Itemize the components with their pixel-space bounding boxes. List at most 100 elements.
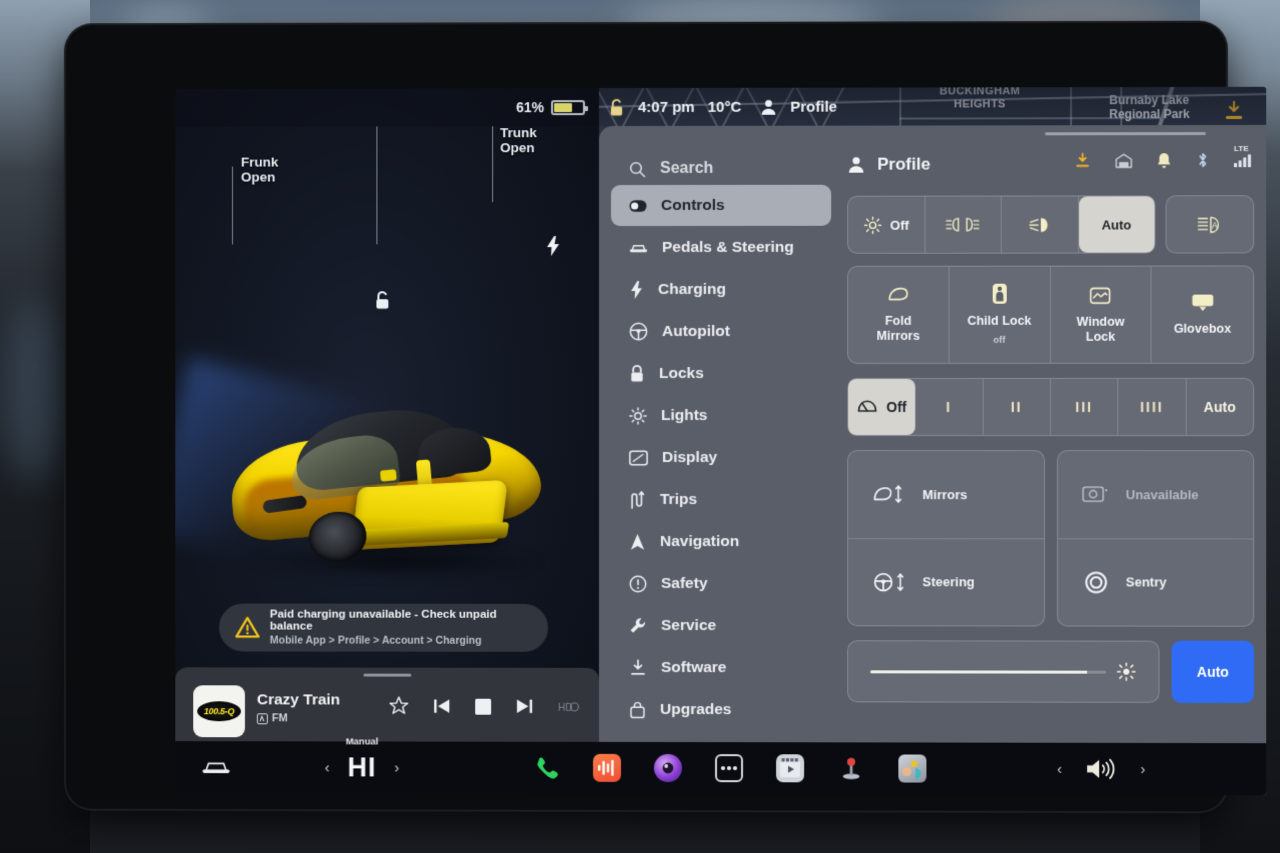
tesla-touchscreen: 61% Frunk Open Trunk Open Paid charging … bbox=[175, 86, 1267, 796]
next-track-button[interactable] bbox=[515, 697, 534, 716]
album-art[interactable]: 100.5-Q bbox=[193, 685, 245, 738]
bluetooth-icon[interactable] bbox=[1196, 151, 1210, 169]
window-lock-tile[interactable]: Window Lock bbox=[1050, 266, 1152, 363]
sidebar-label: Controls bbox=[661, 196, 725, 214]
child-lock-tile[interactable]: Child Lock off bbox=[949, 266, 1051, 363]
brightness-slider-track[interactable] bbox=[870, 669, 1107, 674]
sidebar-item-upgrades[interactable]: Upgrades bbox=[611, 689, 831, 730]
sidebar-label: Locks bbox=[659, 364, 704, 382]
profile-header[interactable]: Profile LTE bbox=[847, 144, 1254, 180]
unlock-icon bbox=[374, 290, 391, 310]
arcade-app-icon[interactable] bbox=[837, 754, 865, 782]
adjust-grid: Mirrors Steering Unavailable Sentry bbox=[847, 450, 1255, 627]
sidebar-label: Lights bbox=[661, 406, 708, 424]
charging-alert-banner[interactable]: Paid charging unavailable - Check unpaid… bbox=[219, 603, 549, 652]
battery-status-bar: 61% bbox=[175, 88, 600, 127]
model-3-illustration bbox=[223, 376, 562, 580]
sidebar-item-controls[interactable]: Controls bbox=[611, 184, 832, 227]
battery-fill bbox=[554, 102, 573, 112]
theater-app-icon[interactable] bbox=[776, 754, 805, 783]
wipers-speed-1-label: I bbox=[946, 398, 952, 415]
climate-increase-button[interactable]: › bbox=[394, 759, 399, 776]
fold-mirrors-tile[interactable]: Fold Mirrors bbox=[848, 266, 950, 363]
media-drag-handle[interactable] bbox=[362, 673, 411, 677]
sheet-drag-handle[interactable] bbox=[1044, 132, 1206, 136]
low-beam-button[interactable] bbox=[1001, 196, 1079, 253]
notification-bell-icon[interactable] bbox=[1156, 152, 1171, 169]
steering-label: Steering bbox=[922, 574, 975, 590]
wipers-off-label: Off bbox=[886, 398, 907, 415]
headlights-auto-button[interactable]: Auto bbox=[1078, 196, 1155, 253]
sidebar-item-software[interactable]: Software bbox=[611, 647, 831, 688]
media-app-icon[interactable] bbox=[593, 753, 622, 782]
sidebar-item-safety[interactable]: Safety bbox=[611, 563, 831, 604]
sidebar-item-service[interactable]: Service bbox=[611, 605, 831, 646]
favorite-star-button[interactable] bbox=[388, 696, 409, 717]
brightness-controls: Auto bbox=[847, 640, 1255, 704]
trips-icon bbox=[631, 490, 645, 509]
toybox-app-icon[interactable] bbox=[898, 754, 927, 783]
glovebox-tile[interactable]: Glovebox bbox=[1152, 266, 1253, 362]
brightness-auto-button[interactable]: Auto bbox=[1171, 640, 1255, 704]
sidebar-item-trips[interactable]: Trips bbox=[611, 479, 831, 520]
car-icon bbox=[629, 244, 648, 252]
wipers-speed-1-button[interactable]: I bbox=[915, 378, 984, 436]
sentry-row[interactable]: Sentry bbox=[1057, 539, 1253, 626]
sidebar-item-locks[interactable]: Locks bbox=[611, 353, 831, 394]
wipers-speed-3-button[interactable]: III bbox=[1050, 378, 1119, 436]
download-icon bbox=[631, 658, 645, 675]
software-download-icon[interactable] bbox=[1074, 152, 1091, 169]
dashcam-icon bbox=[1082, 484, 1107, 504]
child-lock-icon bbox=[992, 283, 1007, 304]
dashcam-row[interactable]: Unavailable bbox=[1057, 451, 1254, 539]
stop-button[interactable] bbox=[474, 697, 492, 715]
parking-lights-button[interactable] bbox=[924, 196, 1002, 253]
sidebar-label: Autopilot bbox=[662, 322, 731, 340]
headlight-controls: Off Auto A bbox=[847, 195, 1255, 254]
sidebar-item-charging[interactable]: Charging bbox=[611, 269, 831, 310]
source-label: FM bbox=[271, 712, 288, 725]
climate-decrease-button[interactable]: ‹ bbox=[325, 759, 330, 776]
sidebar-item-autopilot[interactable]: Autopilot bbox=[611, 311, 831, 352]
volume-increase-button[interactable]: › bbox=[1140, 760, 1145, 777]
warning-triangle-icon bbox=[235, 616, 260, 640]
wipers-off-button[interactable]: Off bbox=[848, 378, 916, 436]
mirrors-adjust-row[interactable]: Mirrors bbox=[848, 451, 1044, 539]
child-lock-label: Child Lock bbox=[967, 313, 1032, 328]
bottom-taskbar: ‹ Manual HI › ‹ › bbox=[175, 736, 1267, 796]
wipers-speed-4-button[interactable]: IIII bbox=[1118, 378, 1187, 436]
wipers-speed-2-button[interactable]: II bbox=[983, 378, 1051, 436]
sidebar-item-pedals-steering[interactable]: Pedals & Steering bbox=[611, 227, 831, 268]
volume-icon[interactable] bbox=[1084, 756, 1118, 782]
volume-decrease-button[interactable]: ‹ bbox=[1057, 760, 1062, 777]
volume-control: ‹ › bbox=[1057, 756, 1145, 782]
bolt-icon bbox=[631, 280, 642, 299]
person-icon[interactable] bbox=[760, 98, 777, 115]
toggle-icon bbox=[629, 199, 647, 212]
unlock-icon[interactable] bbox=[609, 98, 625, 117]
frunk-leader-line bbox=[232, 166, 234, 245]
camera-app-icon[interactable] bbox=[654, 754, 683, 783]
search-input[interactable]: Search bbox=[611, 154, 831, 184]
profile-name-label[interactable]: Profile bbox=[790, 98, 837, 115]
wipers-auto-button[interactable]: Auto bbox=[1186, 379, 1253, 435]
garage-homelink-icon[interactable] bbox=[1115, 153, 1132, 168]
auto-high-beam-button[interactable]: A bbox=[1165, 195, 1255, 254]
sidebar-item-navigation[interactable]: Navigation bbox=[611, 521, 831, 562]
climate-temperature[interactable]: Manual HI bbox=[346, 736, 379, 783]
car-status-button[interactable] bbox=[201, 757, 231, 777]
media-controls: HD bbox=[388, 696, 580, 717]
sidebar-item-lights[interactable]: Lights bbox=[611, 395, 831, 436]
hd-radio-indicator: HD bbox=[557, 698, 580, 714]
app-launcher-icon[interactable] bbox=[715, 754, 744, 783]
phone-app-icon[interactable] bbox=[532, 754, 560, 782]
headlights-off-button[interactable]: Off bbox=[848, 196, 925, 253]
steering-adjust-row[interactable]: Steering bbox=[848, 539, 1043, 626]
previous-track-button[interactable] bbox=[432, 697, 451, 716]
controls-pane: BUCKINGHAM HEIGHTS Burnaby Lake Regional… bbox=[599, 86, 1267, 796]
car-stage[interactable]: Frunk Open Trunk Open bbox=[175, 125, 599, 606]
svg-text:A: A bbox=[1212, 220, 1218, 230]
sidebar-item-display[interactable]: Display bbox=[611, 437, 831, 478]
brightness-slider[interactable] bbox=[847, 640, 1160, 703]
track-info: Crazy Train FM bbox=[256, 691, 340, 725]
